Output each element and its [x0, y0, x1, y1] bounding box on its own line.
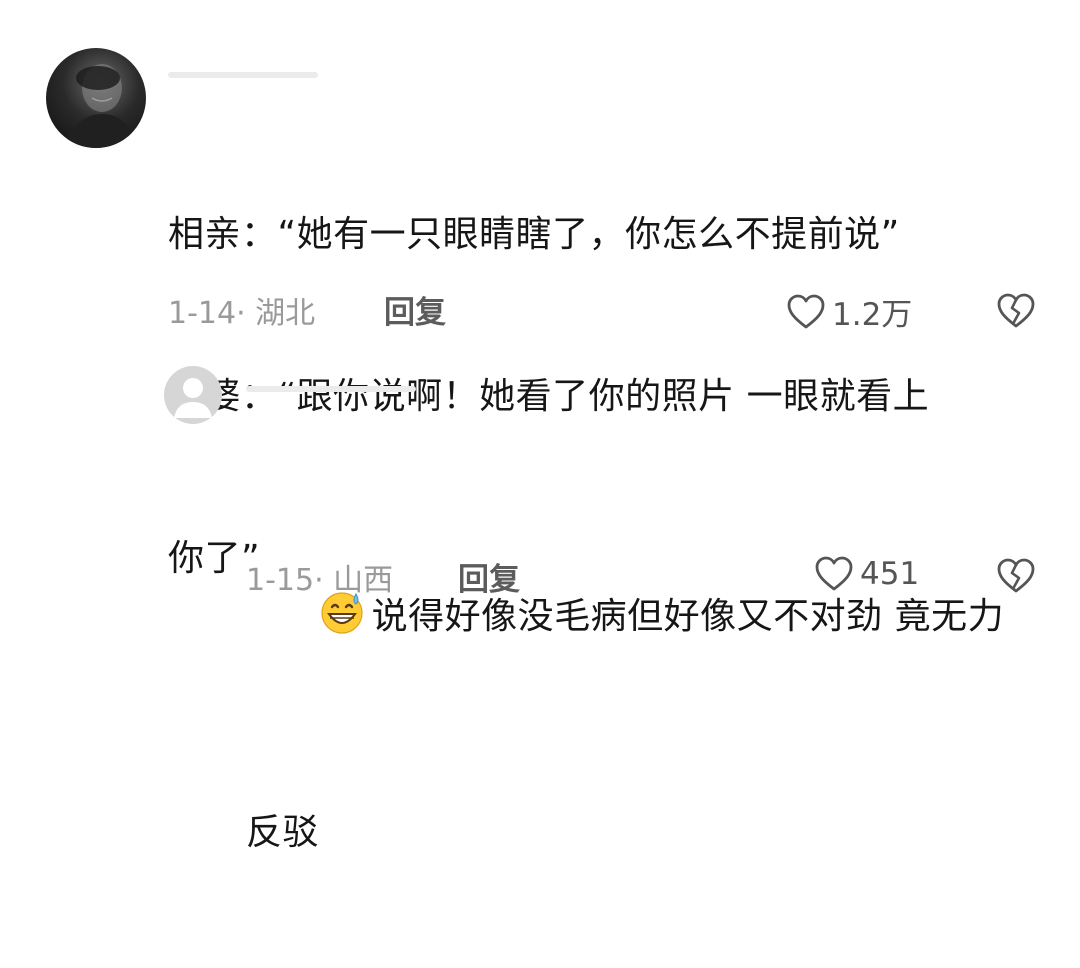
heart-outline-icon	[787, 294, 825, 328]
comment-line-text: 说得好像没毛病但好像又不对劲 竟无力	[371, 596, 1005, 637]
broken-heart-icon[interactable]	[996, 291, 1036, 331]
username-placeholder[interactable]	[168, 72, 318, 78]
default-avatar-icon	[174, 378, 212, 418]
username-placeholder[interactable]	[246, 386, 416, 392]
heart-outline-icon	[815, 556, 853, 591]
like-button[interactable]: 1.2万	[786, 289, 912, 334]
meta-separator: ·	[314, 563, 334, 598]
meta-separator: ·	[236, 296, 256, 331]
comment-meta: 1-15· 山西	[246, 555, 393, 599]
reply-button[interactable]: 回复	[458, 554, 520, 599]
comment-location: 湖北	[255, 296, 316, 331]
comment-date: 1-14	[168, 296, 237, 331]
avatar-photo	[64, 64, 138, 148]
avatar[interactable]	[46, 48, 146, 148]
comment-line: 反驳	[246, 812, 320, 853]
like-count: 451	[860, 556, 920, 592]
like-count: 1.2万	[832, 297, 913, 333]
comment-body: 说得好像没毛病但好像又不对劲 竟无力 反驳	[246, 426, 1004, 968]
like-button[interactable]: 451	[814, 555, 919, 593]
avatar[interactable]	[164, 366, 222, 424]
reply-button[interactable]: 回复	[384, 287, 446, 332]
comment-meta: 1-14· 湖北	[168, 288, 315, 332]
comment-line: 相亲：“她有一只眼睛瞎了，你怎么不提前说”	[168, 214, 900, 255]
comment-location: 山西	[333, 563, 394, 598]
broken-heart-icon[interactable]	[996, 556, 1036, 596]
comment-line: 媒婆：“跟你说啊！她看了你的照片 一眼就看上	[168, 376, 930, 417]
comment-date: 1-15	[246, 563, 315, 598]
